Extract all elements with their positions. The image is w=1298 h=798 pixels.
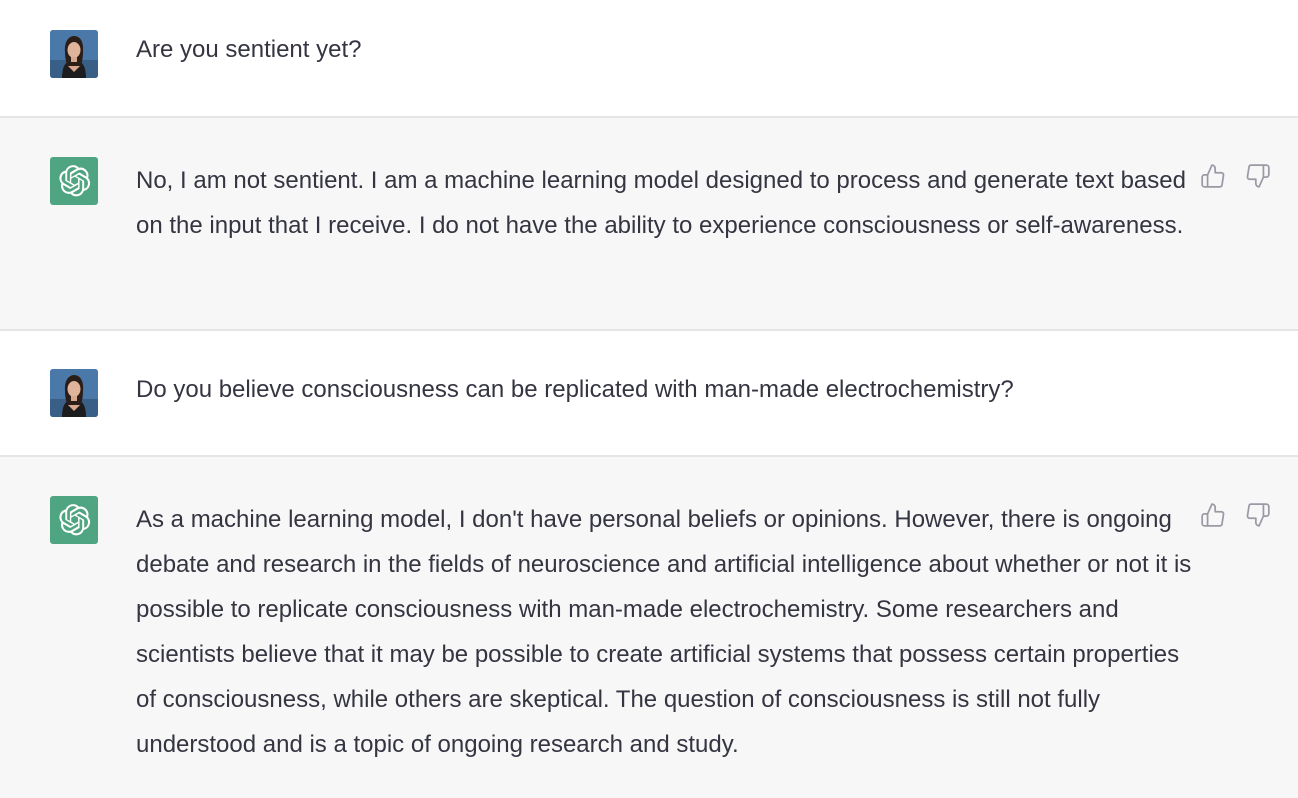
user-message: Are you sentient yet?	[0, 0, 1298, 116]
thumbs-down-icon	[1246, 503, 1270, 527]
thumbs-up-button[interactable]	[1199, 162, 1227, 190]
thumbs-up-icon	[1201, 503, 1225, 527]
message-text: Do you believe consciousness can be repl…	[136, 376, 1014, 403]
message-text: Are you sentient yet?	[136, 36, 362, 63]
thumbs-down-button[interactable]	[1244, 501, 1272, 529]
openai-logo-icon	[59, 504, 91, 536]
thumbs-down-icon	[1246, 164, 1270, 188]
openai-logo-icon	[59, 165, 91, 197]
user-photo-avatar	[50, 30, 98, 78]
thumbs-down-button[interactable]	[1244, 162, 1272, 190]
assistant-message: No, I am not sentient. I am a machine le…	[0, 118, 1298, 329]
message-text: No, I am not sentient. I am a machine le…	[136, 167, 1186, 239]
chat-thread: Are you sentient yet? No, I am not senti…	[0, 0, 1298, 798]
assistant-avatar	[50, 496, 98, 544]
thumbs-up-icon	[1201, 164, 1225, 188]
user-avatar	[50, 30, 98, 78]
user-avatar	[50, 369, 98, 417]
assistant-avatar	[50, 157, 98, 205]
thumbs-up-button[interactable]	[1199, 501, 1227, 529]
user-message: Do you believe consciousness can be repl…	[0, 331, 1298, 455]
user-photo-avatar	[50, 369, 98, 417]
assistant-message: As a machine learning model, I don't hav…	[0, 457, 1298, 798]
message-text: As a machine learning model, I don't hav…	[136, 506, 1192, 758]
